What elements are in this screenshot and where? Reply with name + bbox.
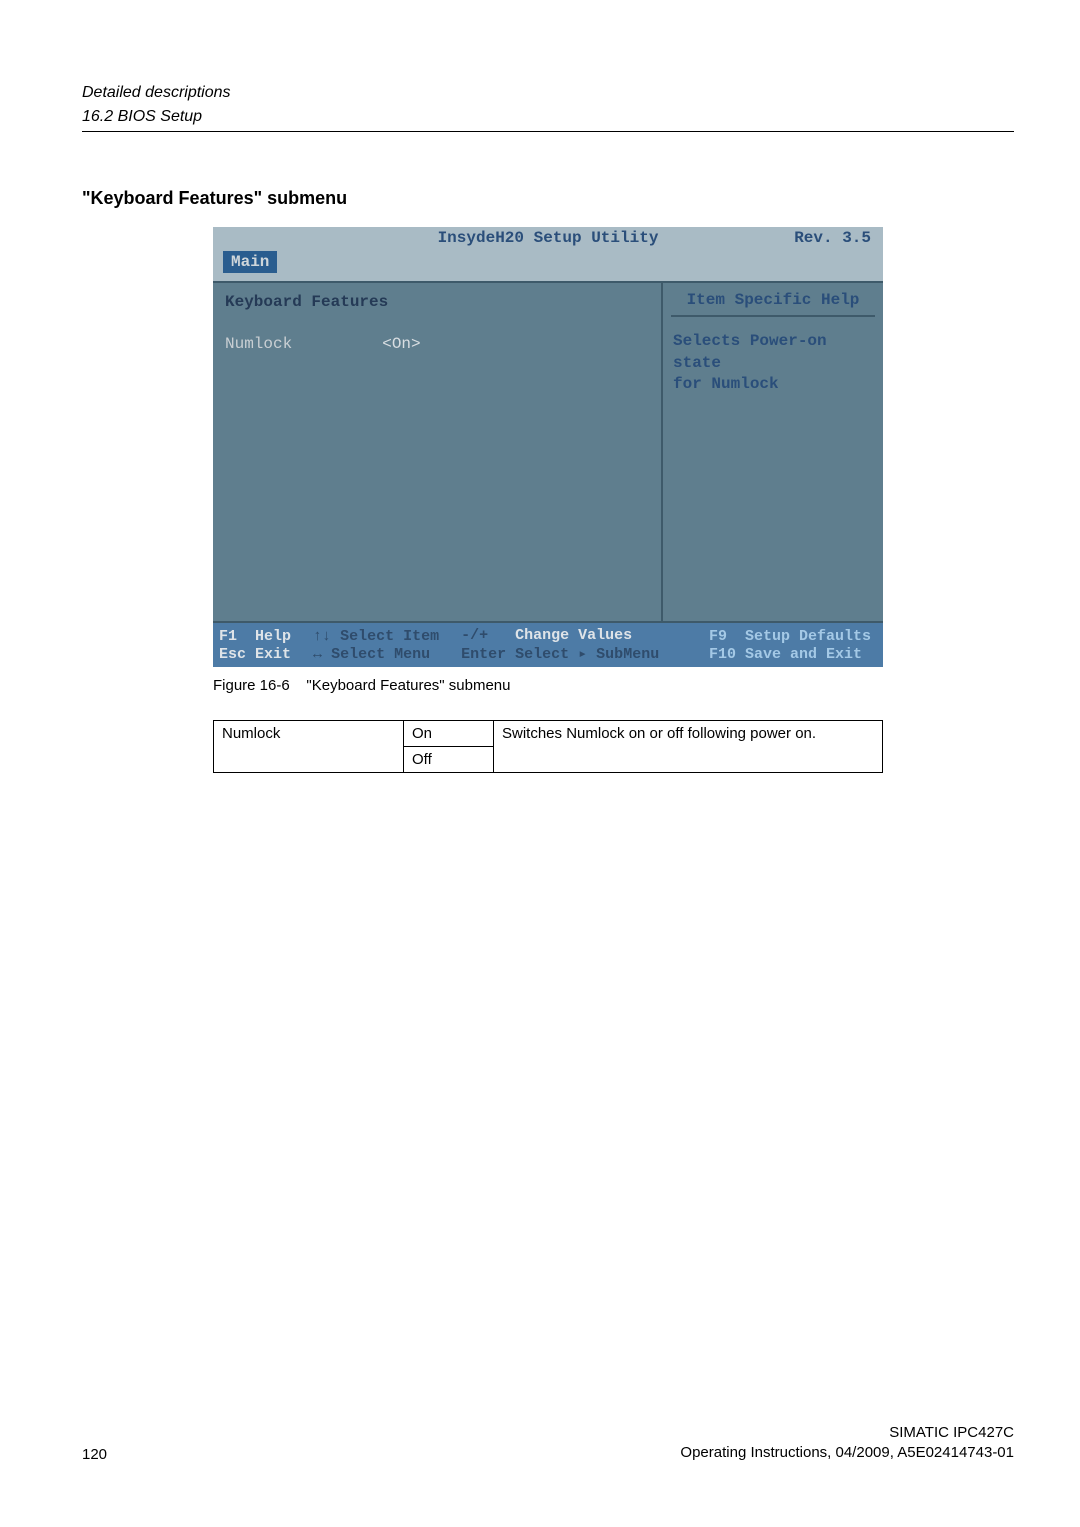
- running-header-section: Detailed descriptions: [82, 82, 1014, 104]
- bios-revision: Rev. 3.5: [794, 229, 871, 247]
- bios-screenshot: InsydeH20 Setup Utility Rev. 3.5 Main Ke…: [213, 227, 883, 667]
- running-header-subsection: 16.2 BIOS Setup: [82, 106, 1014, 128]
- bios-footer-col1: F1 Help Esc Exit: [219, 627, 291, 663]
- bios-titlebar: InsydeH20 Setup Utility Rev. 3.5 Main: [213, 227, 883, 281]
- bios-setting-value[interactable]: <On>: [382, 335, 420, 353]
- bios-left-pane: Keyboard Features Numlock <On>: [213, 283, 663, 621]
- bios-footer-col4: F9 Setup Defaults F10 Save and Exit: [709, 627, 871, 663]
- table-cell-param: Numlock: [214, 721, 404, 773]
- section-heading: "Keyboard Features" submenu: [82, 188, 1014, 209]
- page-number: 120: [82, 1446, 107, 1463]
- bios-footer-col2: ↑↓ Select Item ↔ Select Menu: [313, 627, 439, 663]
- bios-key-updown[interactable]: ↑↓: [313, 628, 331, 645]
- bios-key-lr[interactable]: ↔: [313, 646, 322, 663]
- header-rule: [82, 131, 1014, 132]
- bios-setting-numlock[interactable]: Numlock <On>: [225, 335, 649, 353]
- bios-key-f1[interactable]: F1: [219, 628, 237, 645]
- page: Detailed descriptions 16.2 BIOS Setup "K…: [0, 0, 1080, 1527]
- footer-docline: Operating Instructions, 04/2009, A5E0241…: [680, 1443, 1014, 1463]
- bios-setting-label: Numlock: [225, 335, 292, 353]
- bios-help-pane: Item Specific Help Selects Power-on stat…: [663, 283, 883, 621]
- bios-key-lr-label: Select Menu: [331, 646, 430, 663]
- bios-key-enter[interactable]: Enter: [461, 646, 506, 663]
- bios-key-pm[interactable]: -/+: [461, 627, 488, 644]
- table-cell-value-on: On: [404, 721, 494, 747]
- figure-caption: Figure 16-6 "Keyboard Features" submenu: [213, 677, 883, 694]
- bios-help-text-line1: Selects Power-on state: [673, 331, 873, 374]
- bios-key-updown-label: Select Item: [340, 628, 439, 645]
- figure-wrap: InsydeH20 Setup Utility Rev. 3.5 Main Ke…: [82, 227, 1014, 773]
- bios-tab-main[interactable]: Main: [223, 251, 277, 273]
- bios-footer-col3: -/+ Change Values Enter Select ▸ SubMenu: [461, 627, 659, 663]
- bios-key-f10-label: Save and Exit: [745, 646, 862, 663]
- bios-key-esc-label: Exit: [255, 646, 291, 663]
- bios-key-f9[interactable]: F9: [709, 628, 727, 645]
- bios-key-f10[interactable]: F10: [709, 646, 736, 663]
- bios-key-esc[interactable]: Esc: [219, 646, 246, 663]
- table-cell-value-off: Off: [404, 747, 494, 773]
- figure-caption-text: "Keyboard Features" submenu: [306, 677, 510, 694]
- table-cell-desc: Switches Numlock on or off following pow…: [494, 721, 883, 773]
- figure-caption-label: Figure 16-6: [213, 677, 290, 694]
- settings-table: Numlock On Switches Numlock on or off fo…: [213, 720, 883, 773]
- footer-right: SIMATIC IPC427C Operating Instructions, …: [680, 1423, 1014, 1464]
- bios-help-heading: Item Specific Help: [671, 291, 875, 317]
- bios-key-pm-label: Change Values: [515, 627, 632, 644]
- bios-title: InsydeH20 Setup Utility: [438, 229, 659, 247]
- bios-key-enter-label: Select ▸ SubMenu: [515, 646, 659, 663]
- bios-footer: F1 Help Esc Exit ↑↓ Select Item ↔ Select…: [213, 623, 883, 667]
- bios-key-f1-label: Help: [255, 628, 291, 645]
- footer-product: SIMATIC IPC427C: [680, 1423, 1014, 1443]
- bios-help-text-line2: for Numlock: [673, 374, 873, 396]
- table-row: Numlock On Switches Numlock on or off fo…: [214, 721, 883, 747]
- bios-left-heading: Keyboard Features: [225, 293, 649, 311]
- bios-key-f9-label: Setup Defaults: [745, 628, 871, 645]
- bios-body: Keyboard Features Numlock <On> Item Spec…: [213, 281, 883, 623]
